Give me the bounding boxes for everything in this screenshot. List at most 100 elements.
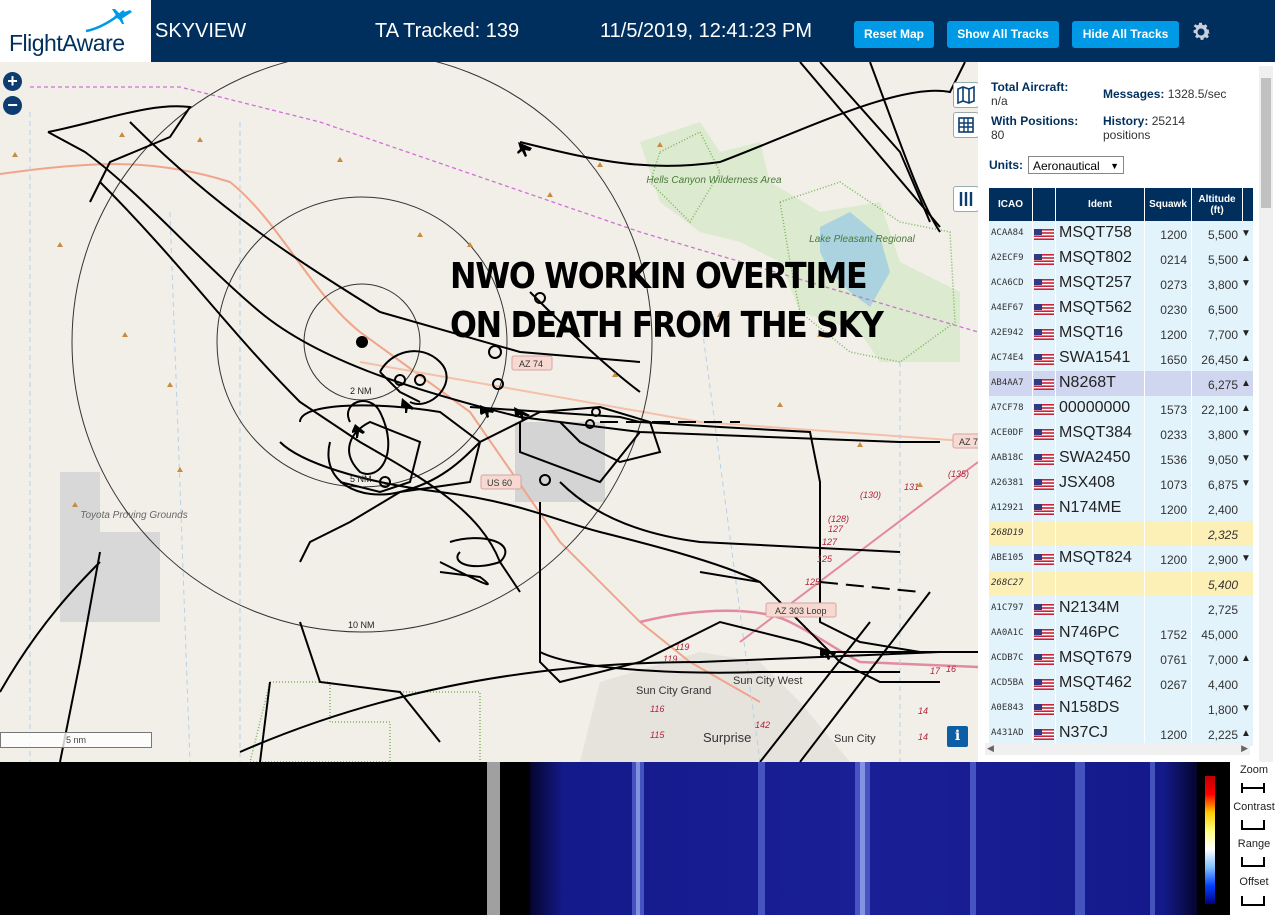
flightaware-logo[interactable]: FlightAware [0,0,151,62]
scroll-right-icon[interactable]: ▶ [1241,743,1248,754]
table-row[interactable]: 268C27 5,400 [989,571,1253,596]
column-header-squawk[interactable]: Squawk [1145,188,1191,221]
icao-cell: 268C27 [991,578,1024,588]
grid-toggle-button[interactable] [953,112,978,138]
altitude-trend-icon: ▲ [1241,403,1251,414]
aircraft-table: ICAO Ident Squawk Altitude (ft) ACAA84 MS… [989,188,1253,746]
ident-cell: MSQT384 [1059,424,1132,441]
table-row[interactable]: A26381 JSX408 1073 6,875 ▼ [989,471,1253,496]
altitude-trend-icon: ▼ [1241,428,1251,439]
map-icon [957,85,975,105]
sidebar-scrollbar[interactable] [1259,66,1273,762]
altitude-trend-icon: ▼ [1241,278,1251,289]
table-row[interactable]: A2ECF9 MSQT802 0214 5,500 ▲ [989,246,1253,271]
altitude-cell: 2,225 [1207,728,1238,742]
table-row[interactable]: AAB18C SWA2450 1536 9,050 ▼ [989,446,1253,471]
pane-divider[interactable] [487,762,500,915]
with-positions-stat: With Positions: 80 [991,114,1078,142]
road-label-az74: AZ 74 [519,359,543,369]
road-number: 131 [904,482,919,492]
reset-map-button[interactable]: Reset Map [854,21,934,48]
altitude-cell: 3,800 [1207,278,1238,292]
with-positions-value: 80 [991,128,1005,142]
column-header-ident[interactable]: Ident [1056,188,1144,221]
messages-label: Messages: [1103,87,1165,101]
icao-cell: A7CF78 [991,403,1024,413]
units-value: Aeronautical [1033,159,1100,173]
table-row[interactable]: ACAA84 MSQT758 1200 5,500 ▼ [989,221,1253,246]
gear-icon[interactable] [1189,20,1213,44]
units-label: Units: [989,158,1023,172]
road-number: 16 [946,664,956,674]
us-flag-icon [1034,479,1054,490]
icao-cell: ACA6CD [991,278,1024,288]
map-layers-button[interactable] [953,82,978,108]
table-header: ICAO Ident Squawk Altitude (ft) [989,188,1253,221]
icao-cell: AAB18C [991,453,1024,463]
road-number: 125 [817,554,833,564]
altitude-cell: 2,725 [1207,603,1238,617]
us-flag-icon [1034,629,1054,640]
table-row[interactable]: AC74E4 SWA1541 1650 26,450 ▲ [989,346,1253,371]
altitude-trend-icon: ▼ [1241,703,1251,714]
us-flag-icon [1034,654,1054,665]
table-row[interactable]: A12921 N174ME 1200 2,400 [989,496,1253,521]
map-canvas[interactable]: 2 NM 5 NM 10 NM Hells Canyon Wilderness … [0,62,978,762]
road-number: (130) [860,490,881,500]
place-label-sun-city-west: Sun City West [733,675,803,687]
zoom-out-button[interactable]: − [3,96,22,115]
ring-label-2nm: 2 NM [350,386,372,396]
zoom-in-button[interactable]: + [3,72,22,91]
hide-all-tracks-button[interactable]: Hide All Tracks [1072,21,1179,48]
columns-toggle-button[interactable] [953,186,978,212]
table-row[interactable]: A2E942 MSQT16 1200 7,700 ▼ [989,321,1253,346]
table-row[interactable]: A0E843 N158DS 1,800 ▼ [989,696,1253,721]
show-all-tracks-button[interactable]: Show All Tracks [947,21,1059,48]
table-row[interactable]: A1C797 N2134M 2,725 [989,596,1253,621]
scrollbar-thumb[interactable] [1261,78,1271,208]
units-select[interactable]: Aeronautical ▼ [1028,156,1124,174]
table-horizontal-scrollbar[interactable]: ◀ ▶ [985,743,1250,755]
road-number: (135) [948,469,969,479]
us-flag-icon [1034,429,1054,440]
table-row[interactable]: ABE105 MSQT824 1200 2,900 ▼ [989,546,1253,571]
ident-cell: MSQT758 [1059,224,1132,241]
table-row[interactable]: ACDB7C MSQT679 0761 7,000 ▲ [989,646,1253,671]
waterfall-controls: Zoom Contrast Range Offset [1205,762,1275,915]
table-row[interactable]: ACD5BA MSQT462 0267 4,400 [989,671,1253,696]
scroll-left-icon[interactable]: ◀ [987,743,994,754]
map-view[interactable]: 2 NM 5 NM 10 NM Hells Canyon Wilderness … [0,62,978,762]
contrast-control-label: Contrast [1233,801,1275,813]
range-slider-icon[interactable] [1240,856,1266,868]
total-aircraft-stat: Total Aircraft: n/a [991,80,1068,108]
altitude-cell: 45,000 [1201,628,1238,642]
offset-slider-icon[interactable] [1240,895,1266,907]
history-value: 25214 [1151,114,1186,128]
table-row[interactable]: A7CF78 00000000 1573 22,100 ▲ [989,396,1253,421]
column-header-extra[interactable] [1243,188,1253,221]
icao-cell: ABE105 [991,553,1024,563]
info-button[interactable]: i [947,726,968,747]
road-number: 127 [828,524,844,534]
us-flag-icon [1034,379,1054,390]
waterfall-left-pane [0,762,487,915]
altitude-cell: 4,400 [1207,678,1238,692]
table-row[interactable]: ACA6CD MSQT257 0273 3,800 ▼ [989,271,1253,296]
contrast-slider-icon[interactable] [1240,819,1266,831]
zoom-slider-icon[interactable] [1240,782,1266,794]
table-row[interactable]: AA0A1C N746PC 1752 45,000 [989,621,1253,646]
table-body: ACAA84 MSQT758 1200 5,500 ▼ A2ECF9 MSQT802 0214… [989,221,1253,746]
icao-cell: A0E843 [991,703,1024,713]
column-header-flag[interactable] [1033,188,1055,221]
aircraft-sidebar: Total Aircraft: n/a Messages: 1328.5/sec… [978,62,1275,762]
ident-cell: 00000000 [1059,399,1131,416]
column-header-altitude[interactable]: Altitude (ft) [1192,188,1242,221]
us-flag-icon [1034,604,1054,615]
table-row[interactable]: A4EF67 MSQT562 0230 6,500 [989,296,1253,321]
table-row[interactable]: ACE0DF MSQT384 0233 3,800 ▼ [989,421,1253,446]
table-row[interactable]: 268D19 2,325 [989,521,1253,546]
place-label-sun-city-grand: Sun City Grand [636,685,711,697]
us-flag-icon [1034,729,1054,740]
table-row[interactable]: AB4AA7 N8268T 6,275 ▲ [989,371,1253,396]
column-header-icao[interactable]: ICAO [989,188,1032,221]
